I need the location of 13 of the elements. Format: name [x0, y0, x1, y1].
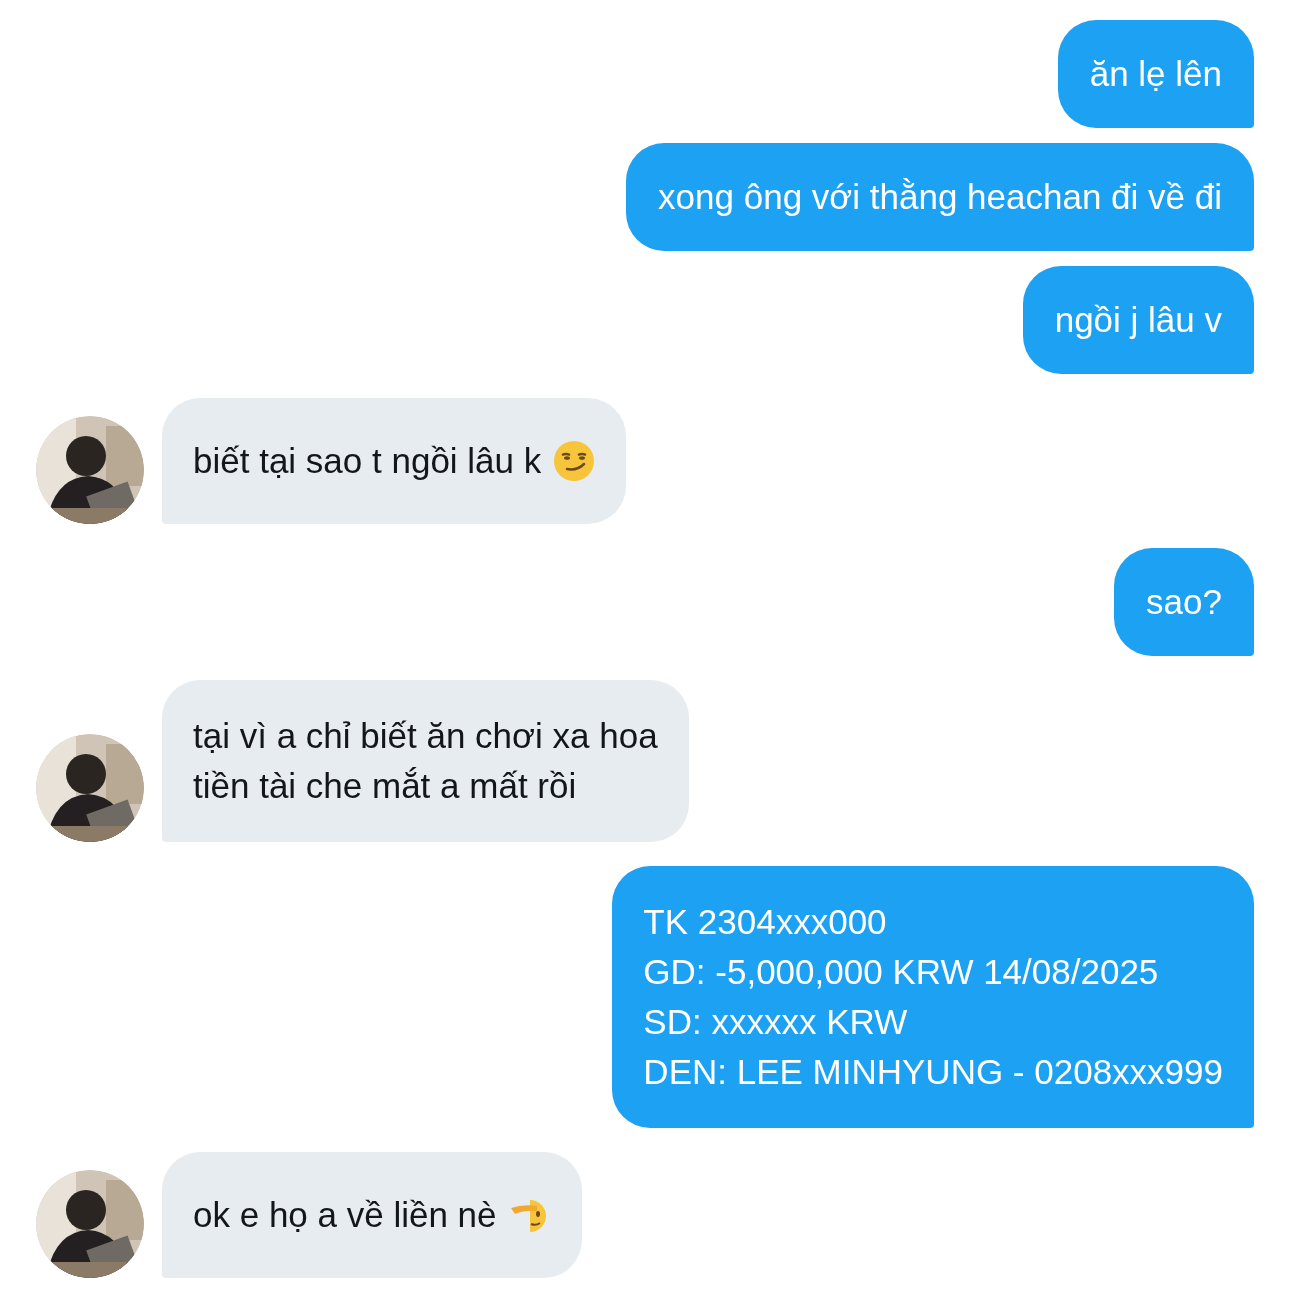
- message-text: TK 2304xxx000: [643, 901, 887, 943]
- smirking-face-icon: [553, 440, 596, 482]
- message-text: GD: -5,000,000 KRW 14/08/2025: [643, 951, 1159, 993]
- message-text: biết tại sao t ngồi lâu k: [193, 440, 542, 482]
- message-text: ngồi j lâu v: [1054, 299, 1222, 341]
- message-text: sao?: [1146, 581, 1222, 623]
- message-text: ăn lẹ lên: [1089, 53, 1222, 95]
- message-text: DEN: LEE MINHYUNG - 0208xxx999: [643, 1051, 1223, 1093]
- message-text: xong ông với thằng heachan đi về đi: [658, 176, 1222, 218]
- message-text: SD: xxxxxx KRW: [643, 1001, 908, 1043]
- message-text: tại vì a chỉ biết ăn chơi xa hoa: [193, 715, 658, 757]
- message-text: ok e họ a về liền nè: [193, 1194, 497, 1236]
- message-text: tiền tài che mắt a mất rồi: [193, 765, 577, 807]
